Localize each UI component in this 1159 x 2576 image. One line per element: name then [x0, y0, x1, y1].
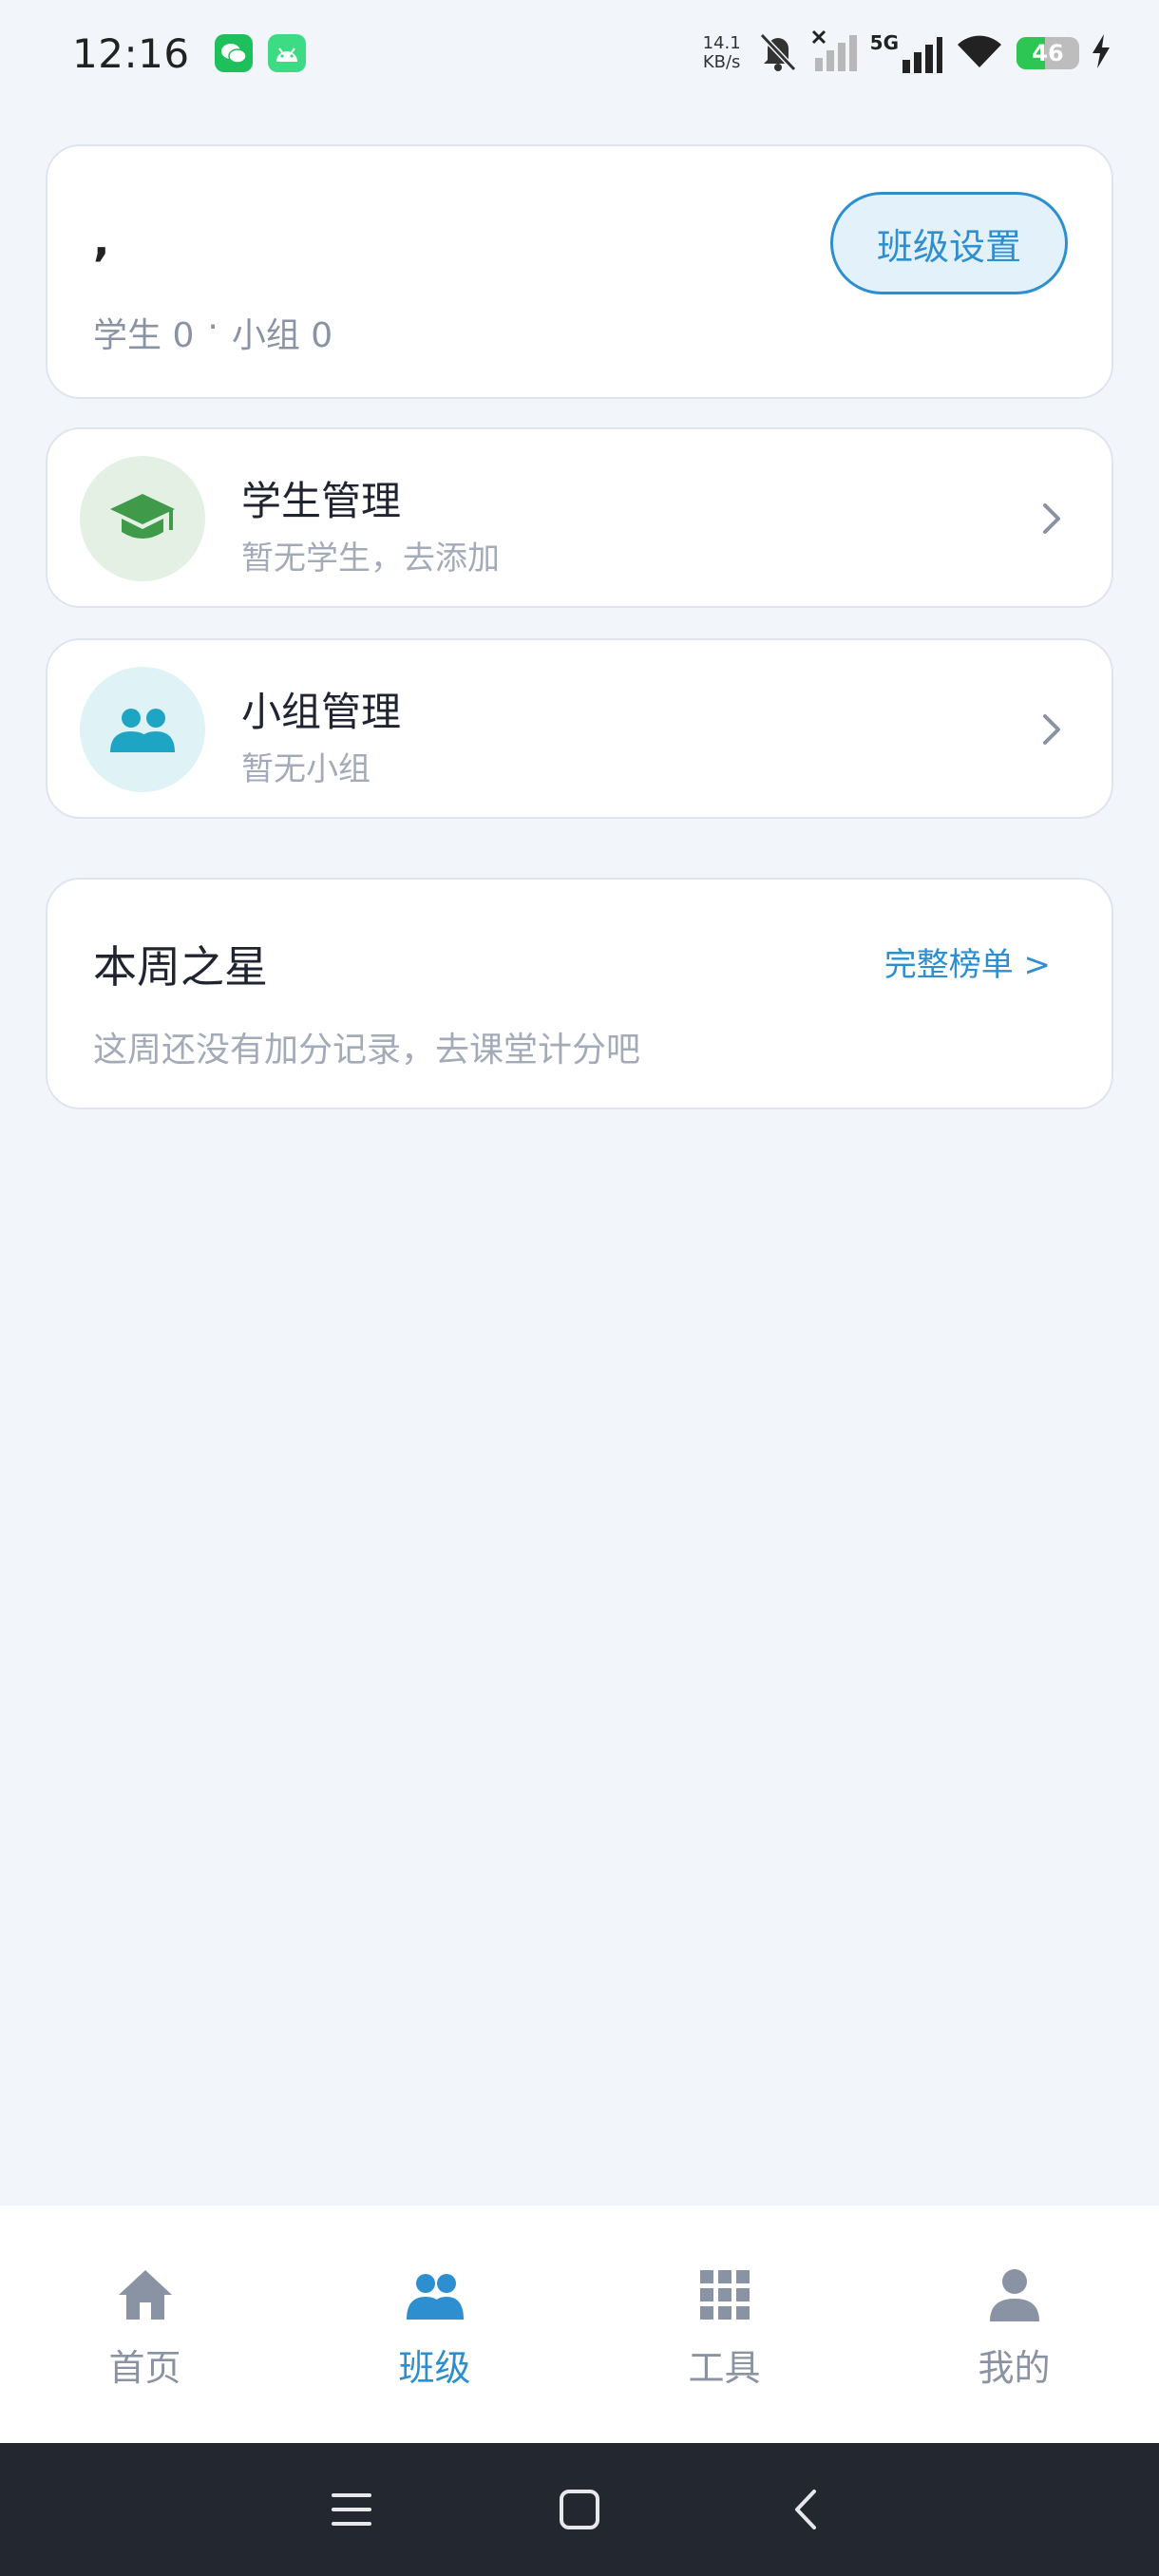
- groups-label: 小组: [231, 316, 300, 355]
- class-settings-button[interactable]: 班级设置: [830, 192, 1068, 294]
- group-icon-circle: [80, 667, 205, 792]
- count-separator: ·: [207, 308, 218, 347]
- class-counts: 学生 0 · 小组 0: [93, 308, 332, 357]
- home-square-icon[interactable]: [556, 2486, 603, 2533]
- signal-5g-icon: 5G: [870, 31, 942, 75]
- network-type: 5G: [869, 31, 899, 54]
- group-icon: [406, 2274, 464, 2320]
- tab-home[interactable]: 首页: [0, 2206, 290, 2443]
- groups-count: 0: [311, 316, 333, 355]
- class-page: 12:16 14.1 KB/s 5G 46 , 学生 0 · 小组 0 班级设置…: [0, 0, 1159, 2576]
- network-speed-unit: KB/s: [702, 52, 741, 72]
- system-nav-bar: [0, 2443, 1159, 2576]
- tab-tools[interactable]: 工具: [580, 2206, 869, 2443]
- star-of-week-card: 本周之星 完整榜单 > 这周还没有加分记录，去课堂计分吧: [46, 878, 1113, 1109]
- tab-tools-label: 工具: [688, 2347, 761, 2389]
- status-bar: 12:16 14.1 KB/s 5G 46: [0, 0, 1159, 106]
- tab-home-label: 首页: [108, 2347, 181, 2389]
- student-management-subtitle: 暂无学生，去添加: [241, 540, 500, 578]
- wifi-icon: [954, 29, 1005, 77]
- network-speed: 14.1 KB/s: [703, 34, 741, 72]
- star-empty-text: 这周还没有加分记录，去课堂计分吧: [93, 1031, 641, 1070]
- students-count: 0: [172, 316, 195, 355]
- bottom-tab-bar: 首页 班级 工具 我的: [0, 2206, 1159, 2443]
- tab-mine-label: 我的: [978, 2347, 1051, 2389]
- status-right: 14.1 KB/s 5G 46: [703, 29, 1112, 77]
- network-speed-value: 14.1: [702, 33, 741, 53]
- battery-level: 46: [1032, 40, 1064, 66]
- group-management-title: 小组管理: [241, 689, 402, 735]
- person-icon: [989, 2269, 1039, 2321]
- student-icon-circle: [80, 456, 205, 581]
- charging-icon: [1091, 34, 1112, 72]
- status-left: 12:16: [72, 30, 306, 77]
- home-icon: [118, 2270, 172, 2320]
- tab-mine[interactable]: 我的: [869, 2206, 1159, 2443]
- chevron-right-icon: [1043, 714, 1060, 745]
- graduation-cap-icon: [110, 494, 175, 539]
- signal-icon: [811, 29, 859, 77]
- menu-icon[interactable]: [328, 2486, 375, 2533]
- class-name: ,: [93, 215, 110, 266]
- chevron-right-icon: [1043, 503, 1060, 534]
- status-time: 12:16: [72, 29, 190, 77]
- student-management-title: 学生管理: [241, 478, 402, 524]
- group-management-card[interactable]: 小组管理 暂无小组: [46, 638, 1113, 819]
- student-management-card[interactable]: 学生管理 暂无学生，去添加: [46, 427, 1113, 608]
- students-label: 学生: [93, 316, 162, 355]
- groups-count-text: 小组 0: [232, 308, 332, 357]
- group-management-subtitle: 暂无小组: [241, 750, 370, 788]
- tab-class[interactable]: 班级: [290, 2206, 580, 2443]
- mute-bell-icon: [756, 29, 800, 77]
- battery-icon: 46: [1016, 37, 1079, 69]
- group-icon: [110, 709, 175, 752]
- students-count-text: 学生 0: [93, 308, 194, 357]
- tab-class-label: 班级: [398, 2347, 471, 2389]
- class-info-card: , 学生 0 · 小组 0 班级设置: [46, 144, 1113, 399]
- android-icon: [267, 34, 306, 72]
- full-leaderboard-link[interactable]: 完整榜单 >: [884, 938, 1051, 985]
- wechat-icon: [214, 34, 253, 72]
- grid-icon: [699, 2270, 750, 2320]
- back-icon[interactable]: [784, 2486, 831, 2533]
- star-of-week-title: 本周之星: [93, 941, 268, 993]
